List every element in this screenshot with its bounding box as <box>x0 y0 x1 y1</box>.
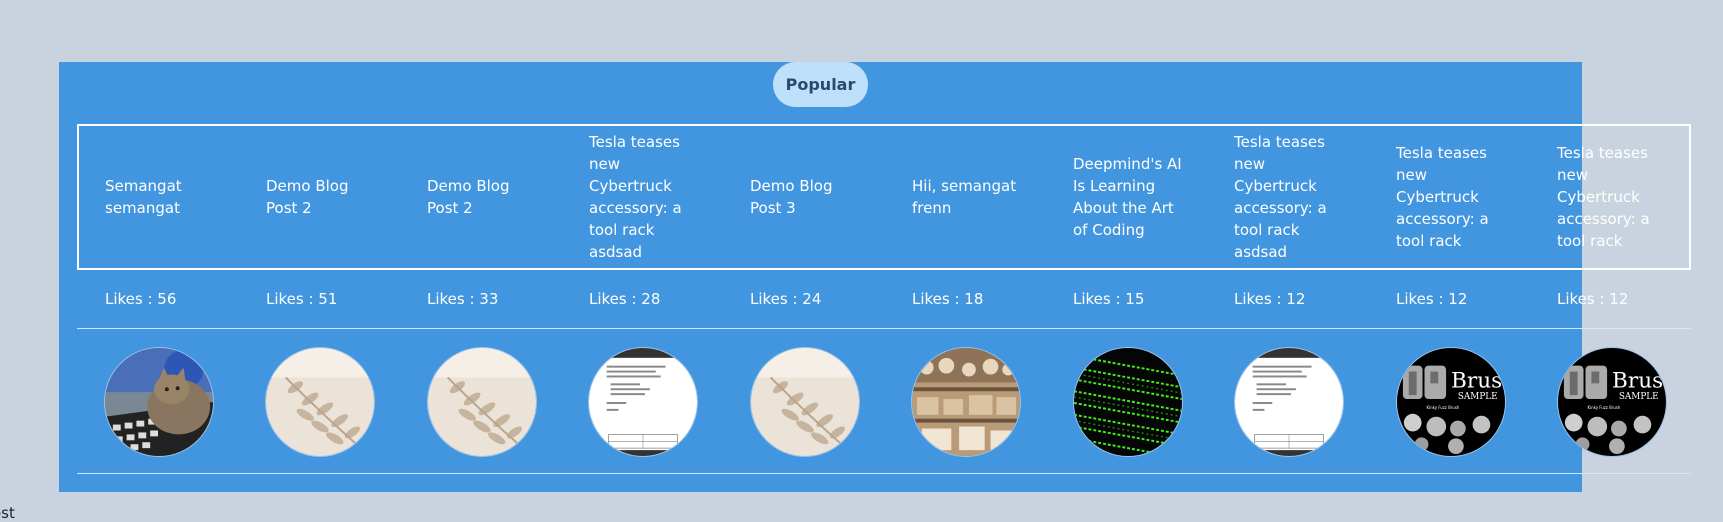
post-likes-count: Likes : 56 <box>105 290 177 308</box>
food-shelf-image[interactable] <box>911 347 1021 457</box>
post-likes-count: Likes : 12 <box>1557 290 1629 308</box>
document-screenshot-image[interactable] <box>588 347 698 457</box>
post-likes-count: Likes : 28 <box>589 290 661 308</box>
svg-text:SAMPLE: SAMPLE <box>1458 392 1498 402</box>
cat-laptop-image[interactable] <box>104 347 214 457</box>
leaf-shadow-image[interactable] <box>427 347 537 457</box>
post-likes-count: Likes : 33 <box>427 290 499 308</box>
post-likes-count: Likes : 12 <box>1396 290 1468 308</box>
post-title[interactable]: Tesla teases new Cybertruck accessory: a… <box>1396 124 1511 270</box>
leaf-shadow-image[interactable] <box>750 347 860 457</box>
green-code-image[interactable] <box>1073 347 1183 457</box>
post-title[interactable]: Semangat semangat <box>105 124 220 270</box>
post-title[interactable]: Hii, semangat frenn <box>912 124 1027 270</box>
popular-badge: Popular <box>773 62 868 107</box>
svg-text:Kinky Fuzz Brush: Kinky Fuzz Brush <box>1426 405 1459 410</box>
footer-text-fragment: ost <box>0 504 15 522</box>
post-likes-count: Likes : 24 <box>750 290 822 308</box>
svg-text:Brus: Brus <box>1612 368 1663 393</box>
post-title[interactable]: Demo Blog Post 2 <box>266 124 381 270</box>
svg-text:Brus: Brus <box>1451 368 1502 393</box>
post-title[interactable]: Demo Blog Post 2 <box>427 124 542 270</box>
document-screenshot-image[interactable] <box>1234 347 1344 457</box>
brush-sample-image[interactable]: Brus SAMPLE Kinky Fuzz Brush <box>1557 347 1667 457</box>
post-title[interactable]: Tesla teases new Cybertruck accessory: a… <box>1234 124 1349 270</box>
post-title[interactable]: Tesla teases new Cybertruck accessory: a… <box>1557 124 1672 270</box>
svg-text:Kinky Fuzz Brush: Kinky Fuzz Brush <box>1587 405 1620 410</box>
divider <box>77 473 1691 474</box>
leaf-shadow-image[interactable] <box>265 347 375 457</box>
post-likes-count: Likes : 18 <box>912 290 984 308</box>
divider <box>77 328 1691 329</box>
svg-text:SAMPLE: SAMPLE <box>1619 392 1659 402</box>
post-likes-count: Likes : 51 <box>266 290 338 308</box>
post-likes-count: Likes : 15 <box>1073 290 1145 308</box>
post-title[interactable]: Deepmind's AI Is Learning About the Art … <box>1073 124 1188 270</box>
post-title[interactable]: Tesla teases new Cybertruck accessory: a… <box>589 124 704 270</box>
post-likes-count: Likes : 12 <box>1234 290 1306 308</box>
brush-sample-image[interactable]: Brus SAMPLE Kinky Fuzz Brush <box>1396 347 1506 457</box>
post-title[interactable]: Demo Blog Post 3 <box>750 124 865 270</box>
